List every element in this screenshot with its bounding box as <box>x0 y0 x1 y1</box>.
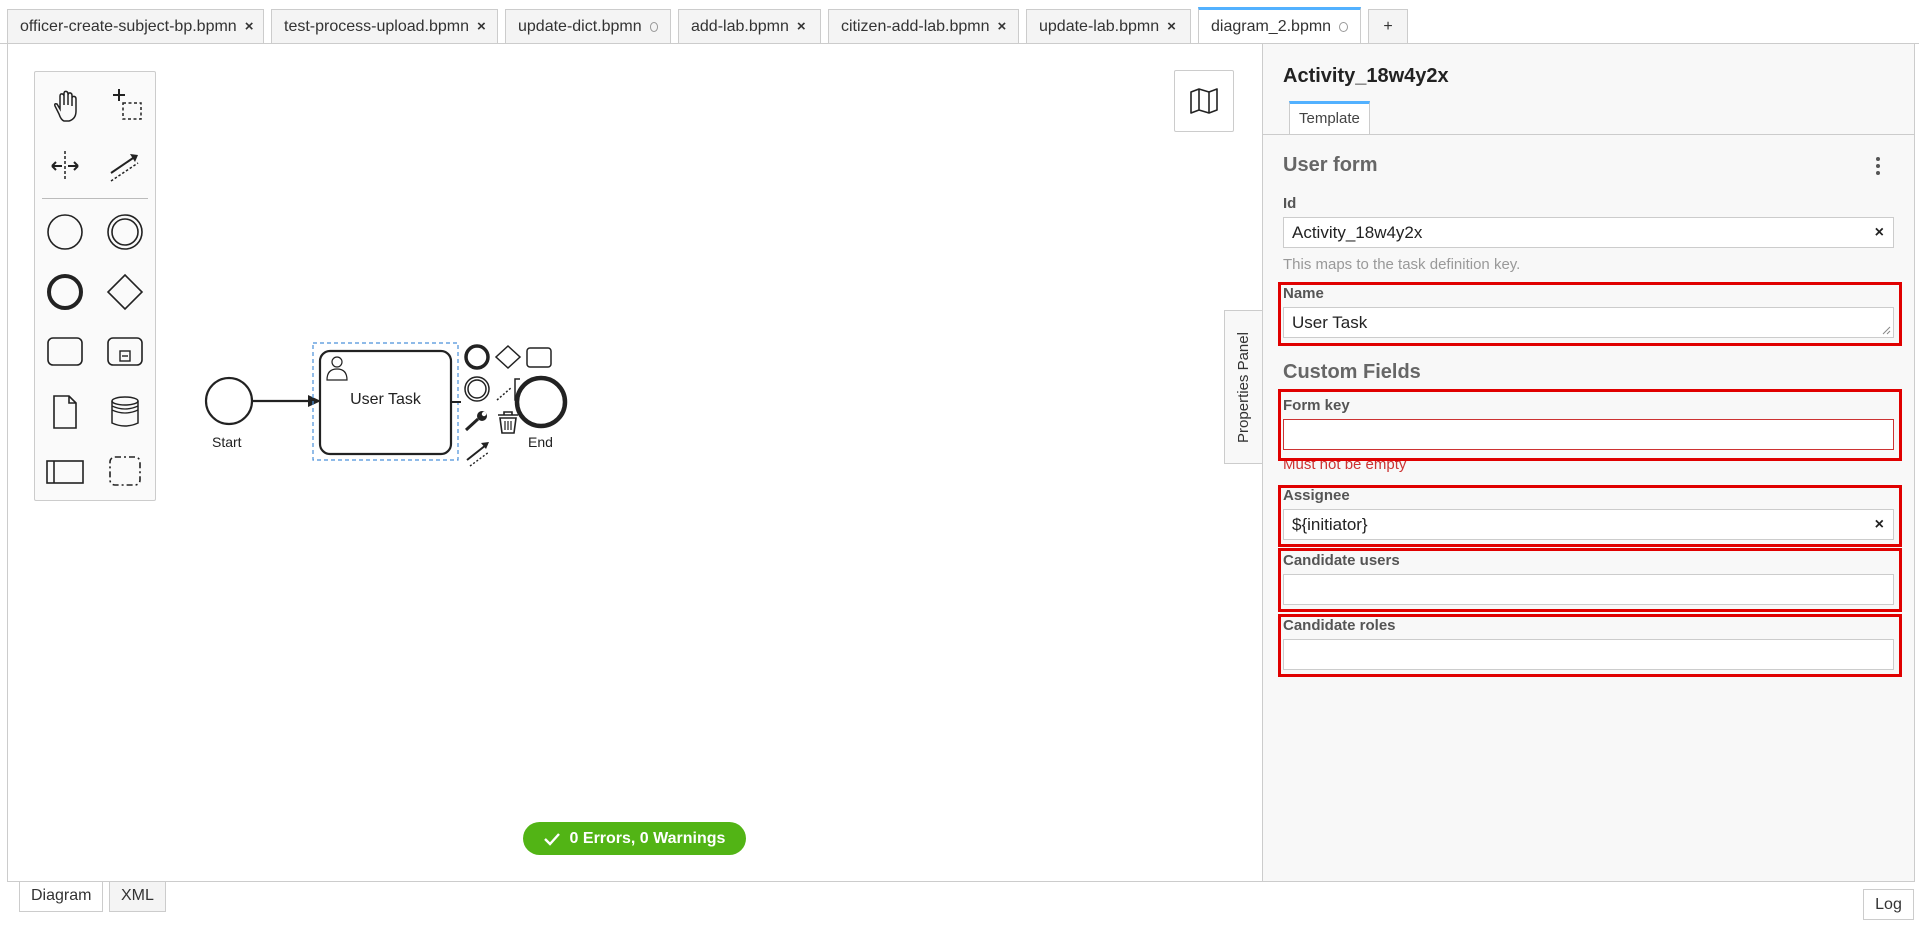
properties-panel-toggle-label: Properties Panel <box>1235 331 1252 443</box>
tab-label: update-lab.bpmn <box>1039 18 1160 35</box>
highlight-candidate-roles-field <box>1278 614 1902 677</box>
id-input[interactable]: Activity_18w4y2x × <box>1283 217 1894 248</box>
data-store-icon[interactable] <box>102 389 148 435</box>
close-icon[interactable]: × <box>797 10 806 43</box>
palette-separator <box>42 198 148 199</box>
lasso-tool-icon[interactable] <box>102 84 148 130</box>
tab-label: add-lab.bpmn <box>691 18 789 35</box>
add-tab-button[interactable]: + <box>1368 9 1408 43</box>
plus-icon: + <box>1383 18 1393 35</box>
end-event-icon[interactable] <box>42 269 88 315</box>
task-icon[interactable] <box>42 329 88 375</box>
close-icon[interactable]: × <box>477 10 486 43</box>
group-title-user-form: User form <box>1283 154 1378 176</box>
data-object-icon[interactable] <box>42 389 88 435</box>
close-icon[interactable]: × <box>998 10 1007 43</box>
user-task-label: User Task <box>350 391 421 408</box>
subprocess-icon[interactable] <box>102 329 148 375</box>
properties-panel: Activity_18w4y2x Template User form Id A… <box>1262 44 1915 882</box>
tab-label: diagram_2.bpmn <box>1211 17 1332 35</box>
start-event-label: Start <box>212 434 242 450</box>
panel-title: Activity_18w4y2x <box>1283 65 1449 87</box>
tab-update-dict[interactable]: update-dict.bpmn <box>505 9 671 43</box>
panel-tab-divider <box>1263 134 1914 135</box>
close-icon[interactable]: × <box>245 10 254 43</box>
validation-status-text: 0 Errors, 0 Warnings <box>569 829 726 847</box>
tab-label: test-process-upload.bpmn <box>284 18 469 35</box>
diagram-canvas[interactable] <box>7 44 1263 882</box>
start-event-icon[interactable] <box>42 209 88 255</box>
id-hint: This maps to the task definition key. <box>1283 256 1521 273</box>
tab-label: officer-create-subject-bp.bpmn <box>20 18 237 35</box>
tab-diagram-view[interactable]: Diagram <box>19 882 104 912</box>
tab-label: update-dict.bpmn <box>518 18 642 35</box>
tool-palette <box>34 71 156 501</box>
tab-diagram-2[interactable]: diagram_2.bpmn <box>1198 7 1361 43</box>
highlight-candidate-users-field <box>1278 548 1902 612</box>
gateway-icon[interactable] <box>102 269 148 315</box>
highlight-name-field <box>1278 282 1902 346</box>
map-icon <box>1190 88 1218 114</box>
file-tab-bar: officer-create-subject-bp.bpmn × test-pr… <box>0 0 1919 44</box>
validation-status-badge[interactable]: 0 Errors, 0 Warnings <box>523 822 746 855</box>
hand-tool-icon[interactable] <box>42 84 88 130</box>
tab-update-lab[interactable]: update-lab.bpmn × <box>1026 9 1191 43</box>
tab-add-lab[interactable]: add-lab.bpmn × <box>678 9 821 43</box>
tab-label: citizen-add-lab.bpmn <box>841 18 990 35</box>
space-tool-icon[interactable] <box>42 143 88 189</box>
intermediate-event-icon[interactable] <box>102 209 148 255</box>
group-icon[interactable] <box>102 448 148 494</box>
minimap-toggle-button[interactable] <box>1174 70 1234 132</box>
log-button[interactable]: Log <box>1863 889 1914 920</box>
end-event-label: End <box>528 434 553 450</box>
tab-citizen-add-lab[interactable]: citizen-add-lab.bpmn × <box>828 9 1019 43</box>
tab-test-process-upload[interactable]: test-process-upload.bpmn × <box>271 9 498 43</box>
properties-panel-toggle[interactable]: Properties Panel <box>1224 310 1262 464</box>
tab-officer-create-subject-bp[interactable]: officer-create-subject-bp.bpmn × <box>7 9 264 43</box>
highlight-assignee-field <box>1278 485 1902 547</box>
unsaved-dot-icon <box>1339 21 1348 32</box>
tab-xml-view[interactable]: XML <box>109 882 166 912</box>
group-title-custom-fields: Custom Fields <box>1283 361 1421 383</box>
pool-icon[interactable] <box>42 448 88 494</box>
global-connect-tool-icon[interactable] <box>102 143 148 189</box>
clear-icon[interactable]: × <box>1875 218 1884 247</box>
checkmark-icon <box>543 832 560 846</box>
tab-template[interactable]: Template <box>1289 101 1370 135</box>
highlight-form-key-field <box>1278 389 1902 461</box>
id-label: Id <box>1283 195 1297 212</box>
more-options-icon[interactable] <box>1873 154 1883 178</box>
unsaved-dot-icon <box>649 21 658 32</box>
id-value: Activity_18w4y2x <box>1292 223 1423 242</box>
close-icon[interactable]: × <box>1167 10 1176 43</box>
